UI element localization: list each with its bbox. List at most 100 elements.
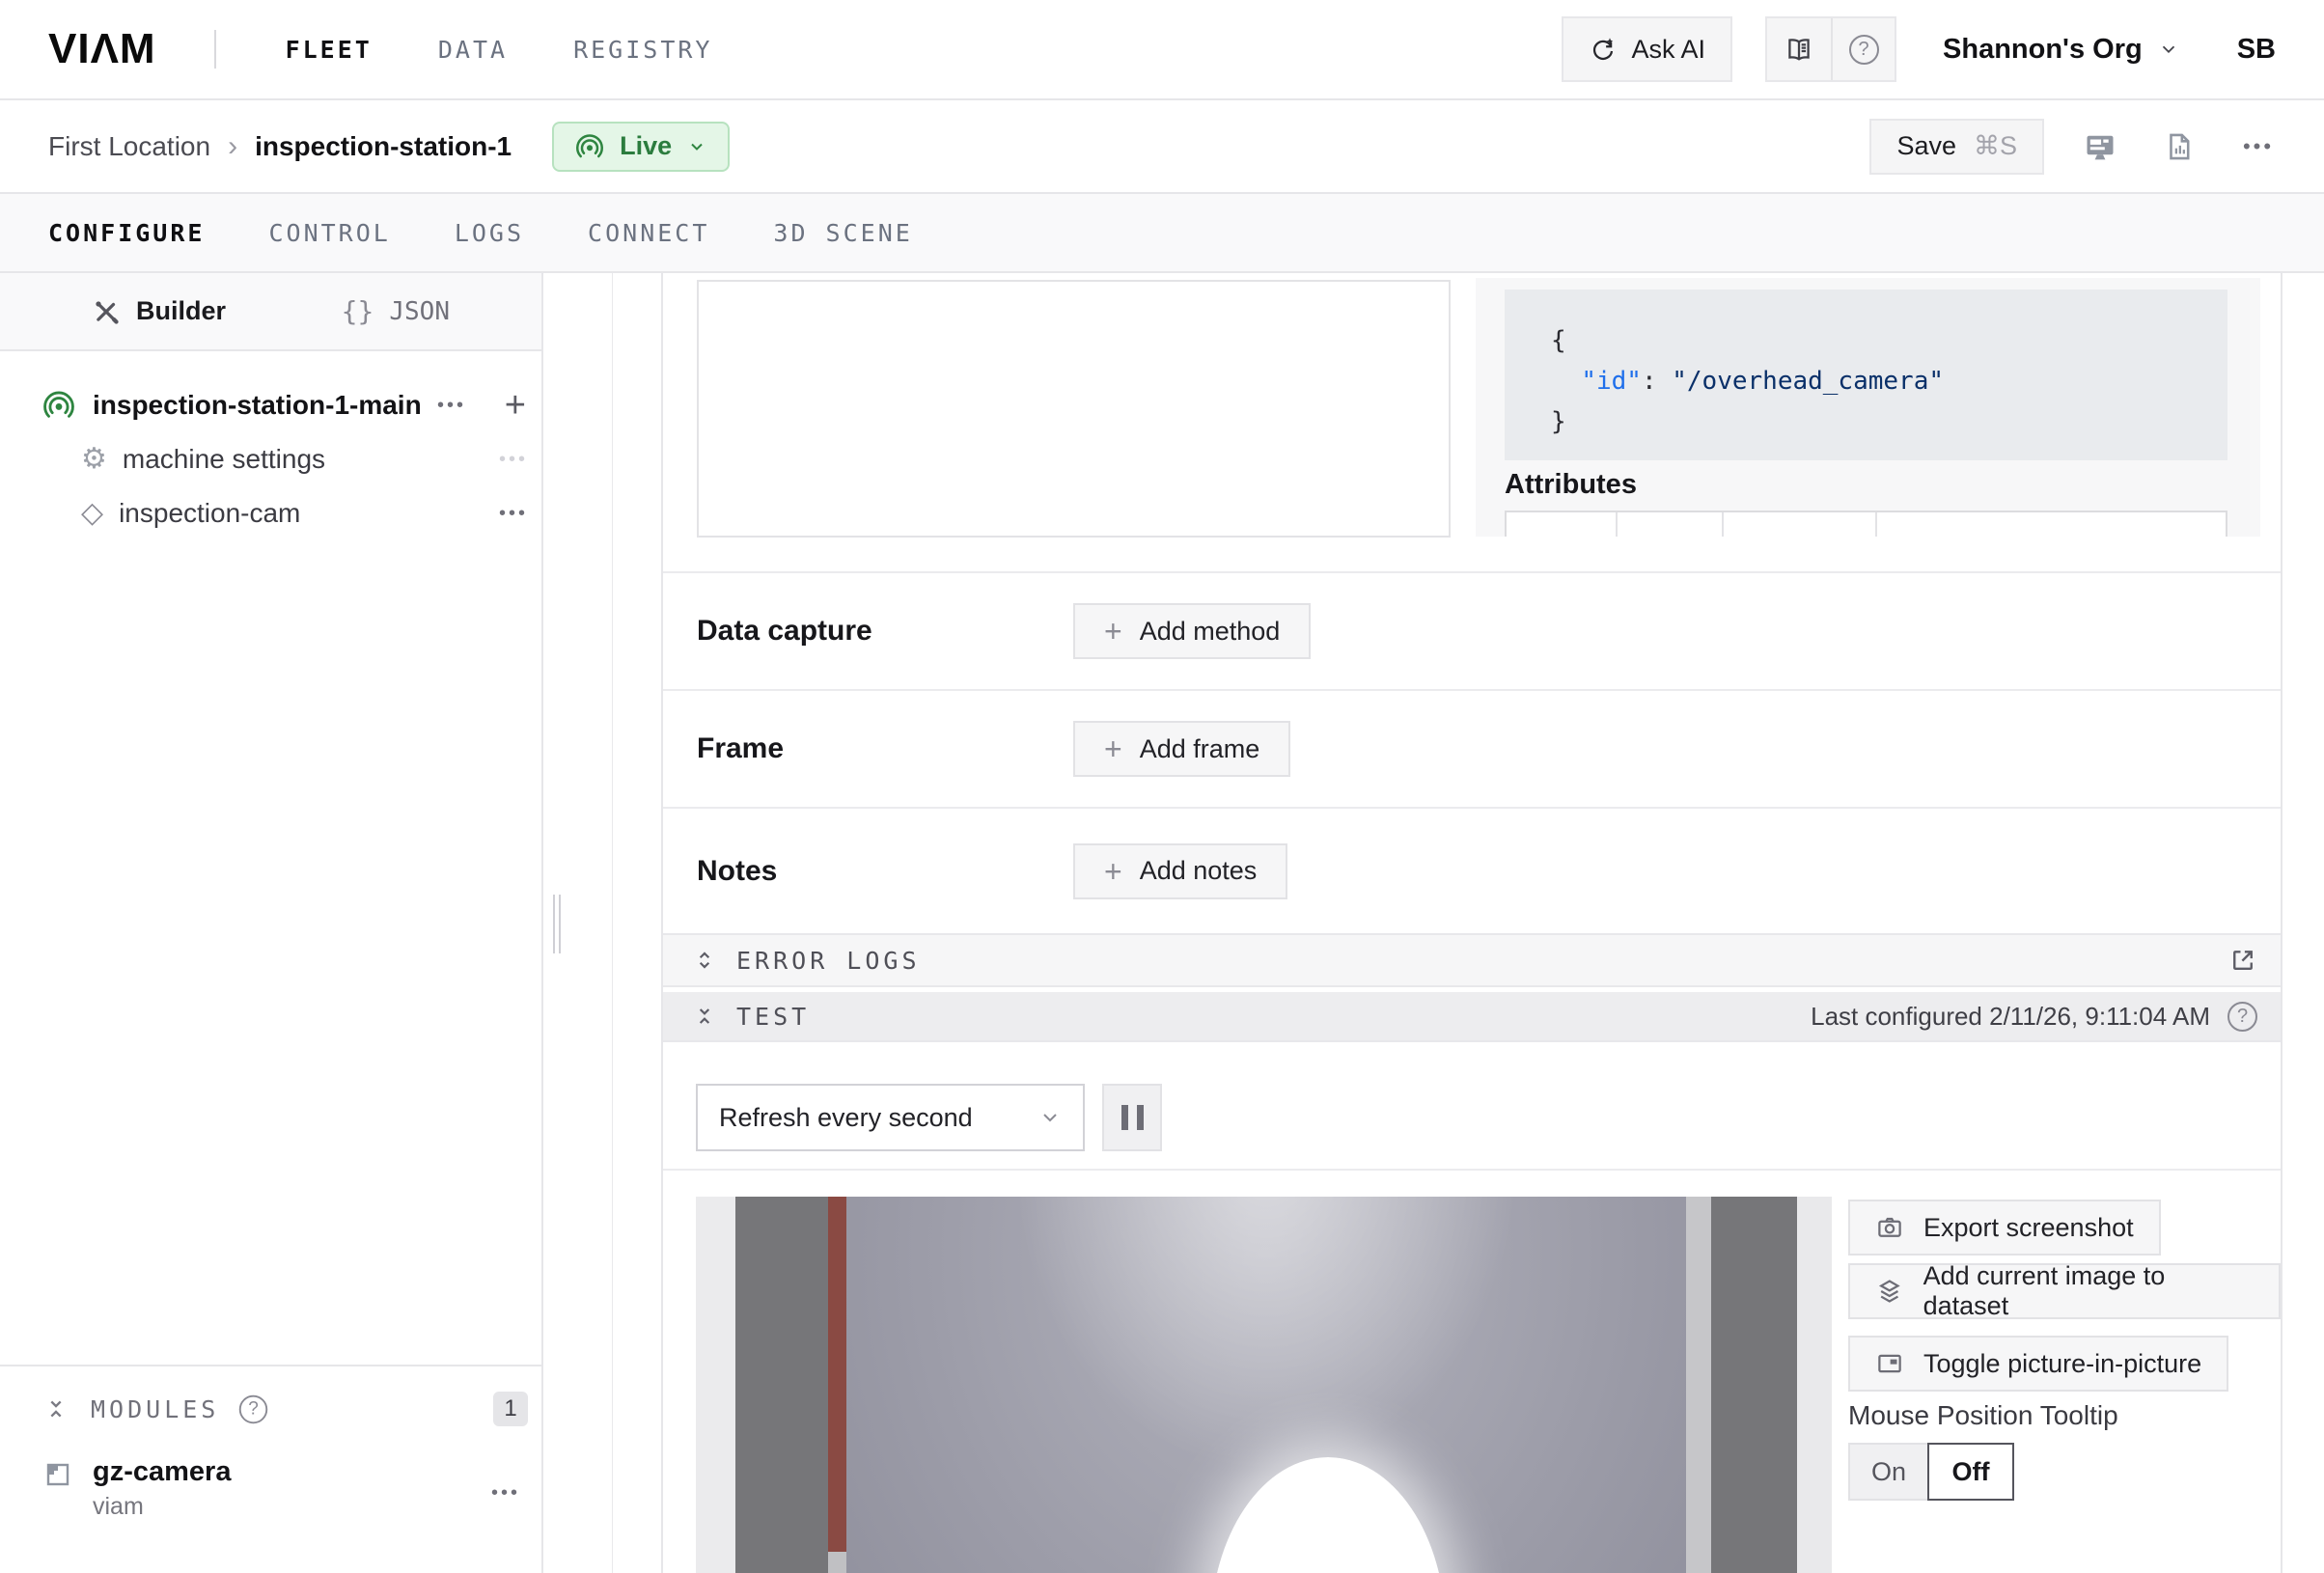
camera-stream-image[interactable] xyxy=(696,1197,1832,1573)
ask-ai-button[interactable]: Ask AI xyxy=(1562,16,1732,82)
error-logs-title: ERROR LOGS xyxy=(736,947,921,975)
section-notes: Notes + Add notes xyxy=(663,809,2282,933)
braces-icon: {} xyxy=(342,295,374,327)
nav-tab-data[interactable]: DATA xyxy=(438,36,508,64)
machine-page-button[interactable] xyxy=(2077,124,2123,170)
question-icon: ? xyxy=(1849,35,1879,65)
help-group: ? xyxy=(1765,16,1896,82)
code-key: "id" xyxy=(1581,367,1642,396)
add-method-button[interactable]: + Add method xyxy=(1073,603,1311,659)
ellipsis-icon: ••• xyxy=(2243,134,2274,159)
tree-item-label: machine settings xyxy=(123,444,325,475)
plus-icon: + xyxy=(1104,733,1122,764)
open-external-icon[interactable] xyxy=(2228,946,2257,975)
toggle-pip-label: Toggle picture-in-picture xyxy=(1923,1349,2201,1379)
panel-gutter-line xyxy=(612,273,613,1573)
save-shortcut: ⌘S xyxy=(1974,131,2017,161)
builder-mode-button[interactable]: Builder xyxy=(92,296,226,326)
tab-logs[interactable]: LOGS xyxy=(455,219,524,247)
chevron-down-icon xyxy=(2158,39,2179,60)
refresh-rate-select[interactable]: Refresh every second xyxy=(696,1084,1085,1151)
test-title: TEST xyxy=(736,1003,810,1031)
add-notes-button[interactable]: + Add notes xyxy=(1073,843,1287,899)
json-mode-button[interactable]: {} JSON xyxy=(342,295,450,327)
save-button[interactable]: Save ⌘S xyxy=(1869,119,2044,175)
tools-icon xyxy=(92,297,121,326)
picture-in-picture-icon xyxy=(1875,1349,1904,1378)
module-item-gz-camera[interactable]: gz-camera viam ••• xyxy=(0,1455,541,1521)
org-switcher[interactable]: Shannon's Org xyxy=(1943,34,2179,66)
toggle-pip-button[interactable]: Toggle picture-in-picture xyxy=(1848,1336,2228,1392)
nav-tab-registry[interactable]: REGISTRY xyxy=(573,36,712,64)
code-line-close: } xyxy=(1551,401,2227,442)
broadcast-icon xyxy=(575,132,604,161)
tab-3d-scene[interactable]: 3D SCENE xyxy=(773,219,912,247)
modules-help-icon[interactable]: ? xyxy=(239,1394,267,1422)
tree-item-inspection-cam[interactable]: ◇ inspection-cam ••• xyxy=(0,486,541,540)
cam-edge-right xyxy=(1797,1197,1832,1573)
code-line-open: { xyxy=(1551,320,2227,361)
section-label: Data capture xyxy=(697,615,1044,648)
tab-connect[interactable]: CONNECT xyxy=(588,219,709,247)
export-screenshot-button[interactable]: Export screenshot xyxy=(1848,1200,2161,1256)
toggle-off-button[interactable]: Off xyxy=(1927,1443,2014,1501)
tab-configure[interactable]: CONFIGURE xyxy=(48,219,205,247)
add-frame-button[interactable]: + Add frame xyxy=(1073,721,1290,777)
pause-refresh-button[interactable] xyxy=(1102,1084,1162,1151)
breadcrumb-separator: › xyxy=(228,130,237,163)
monitor-icon xyxy=(2083,129,2117,164)
row-menu-button[interactable]: ••• xyxy=(499,503,528,525)
component-preview-box xyxy=(697,280,1451,538)
plus-icon: + xyxy=(1104,616,1122,647)
modules-panel: MODULES ? 1 gz-camera viam ••• xyxy=(0,1365,541,1573)
toggle-on-button[interactable]: On xyxy=(1848,1443,1929,1501)
tab-control[interactable]: CONTROL xyxy=(268,219,390,247)
code-line-id: "id": "/overhead_camera" xyxy=(1551,361,2227,401)
error-logs-bar[interactable]: ERROR LOGS xyxy=(663,933,2282,987)
builder-label: Builder xyxy=(136,296,226,326)
nav-tab-fleet[interactable]: FLEET xyxy=(286,36,373,64)
mouse-tooltip-toggle: On Off xyxy=(1848,1443,2014,1501)
machine-status-badge[interactable]: Live xyxy=(552,122,730,172)
ai-sparkle-refresh-icon xyxy=(1589,35,1618,64)
viam-logo[interactable]: VIΛM xyxy=(48,25,156,73)
user-avatar[interactable]: SB xyxy=(2237,34,2276,66)
tree-item-label: inspection-cam xyxy=(119,498,300,529)
app-screen: VIΛM FLEET DATA REGISTRY Ask AI xyxy=(0,0,2324,1573)
json-label: JSON xyxy=(389,297,450,326)
json-config-snippet[interactable]: { "id": "/overhead_camera" } xyxy=(1505,290,2227,460)
attributes-column xyxy=(1877,512,2226,537)
add-image-to-dataset-button[interactable]: Add current image to dataset xyxy=(1848,1263,2281,1319)
status-label: Live xyxy=(620,131,672,161)
breadcrumb-location[interactable]: First Location xyxy=(48,131,210,162)
report-button[interactable] xyxy=(2156,124,2202,170)
add-component-button[interactable]: + xyxy=(505,387,526,424)
collapse-icon xyxy=(42,1395,69,1422)
nav-divider xyxy=(214,30,216,69)
row-menu-button[interactable]: ••• xyxy=(499,449,528,471)
layers-icon xyxy=(1875,1277,1904,1306)
config-sidebar: Builder {} JSON inspection-station-1-mai… xyxy=(0,273,543,1573)
section-frame: Frame + Add frame xyxy=(663,691,2282,807)
last-configured-text: Last configured 2/11/26, 9:11:04 AM xyxy=(1811,1002,2210,1032)
breadcrumb: First Location › inspection-station-1 xyxy=(48,130,512,163)
more-actions-button[interactable]: ••• xyxy=(2235,124,2282,170)
tree-item-machine-main[interactable]: inspection-station-1-main ••• + xyxy=(0,378,541,432)
attributes-table xyxy=(1505,511,2227,537)
docs-button[interactable] xyxy=(1767,18,1831,80)
export-screenshot-label: Export screenshot xyxy=(1923,1213,2134,1243)
machine-tabs: CONFIGURE CONTROL LOGS CONNECT 3D SCENE xyxy=(0,194,2324,273)
test-bar[interactable]: TEST Last configured 2/11/26, 9:11:04 AM… xyxy=(663,992,2282,1042)
sidebar-resize-handle[interactable] xyxy=(553,895,563,953)
gear-icon: ⚙ xyxy=(81,445,107,474)
test-help-icon[interactable]: ? xyxy=(2227,1002,2257,1032)
top-nav: VIΛM FLEET DATA REGISTRY Ask AI xyxy=(0,0,2324,100)
tree-item-machine-settings[interactable]: ⚙ machine settings ••• xyxy=(0,432,541,486)
module-name: gz-camera xyxy=(93,1455,231,1489)
module-menu-button[interactable]: ••• xyxy=(491,1482,520,1504)
cam-wall-right xyxy=(1711,1197,1797,1573)
help-button[interactable]: ? xyxy=(1831,18,1895,80)
row-menu-button[interactable]: ••• xyxy=(437,395,466,417)
cam-trim-right xyxy=(1686,1197,1711,1573)
collapse-icon xyxy=(692,1004,717,1029)
